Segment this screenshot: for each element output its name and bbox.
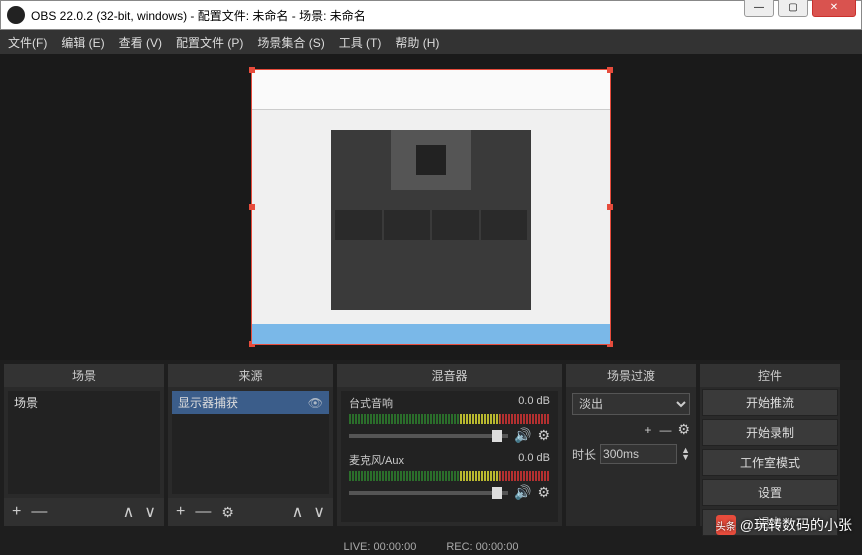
source-properties-button[interactable]: ⚙ bbox=[219, 504, 236, 521]
scenes-list[interactable]: 场景 bbox=[8, 391, 160, 494]
settings-button[interactable]: 设置 bbox=[702, 479, 838, 506]
source-item-label: 显示器捕获 bbox=[178, 394, 238, 411]
sources-header: 来源 bbox=[168, 364, 333, 387]
vu-meter bbox=[349, 471, 550, 481]
speaker-icon[interactable]: 🔊 bbox=[514, 427, 531, 444]
resize-handle-icon[interactable] bbox=[249, 204, 255, 210]
channel-name: 麦克风/Aux bbox=[349, 452, 404, 468]
remove-transition-button[interactable]: — bbox=[657, 423, 673, 437]
scenes-header: 场景 bbox=[4, 364, 164, 387]
mixer-dock: 混音器 台式音响 0.0 dB 🔊 ⚙ 麦克风/Aux 0.0 dB bbox=[337, 364, 562, 526]
preview-area[interactable] bbox=[0, 54, 862, 360]
move-up-button[interactable]: ∧ bbox=[290, 502, 306, 522]
window-titlebar: OBS 22.0.2 (32-bit, windows) - 配置文件: 未命名… bbox=[0, 0, 862, 30]
spinner-icon[interactable]: ▲▼ bbox=[681, 447, 690, 461]
transitions-body: 淡出 + — ⚙ 时长 ▲▼ bbox=[566, 387, 696, 476]
menu-view[interactable]: 查看 (V) bbox=[119, 34, 162, 51]
preview-content bbox=[252, 70, 610, 110]
move-down-button[interactable]: ∨ bbox=[142, 502, 158, 522]
channel-name: 台式音响 bbox=[349, 395, 393, 411]
sources-toolbar: + — ⚙ ∧ ∨ bbox=[168, 498, 333, 526]
controls-header: 控件 bbox=[700, 364, 840, 387]
source-item[interactable]: 显示器捕获 👁 bbox=[172, 391, 329, 414]
preview-content bbox=[331, 130, 531, 310]
mixer-channel: 麦克风/Aux 0.0 dB 🔊 ⚙ bbox=[341, 448, 558, 505]
scenes-toolbar: + — ∧ ∨ bbox=[4, 498, 164, 526]
add-transition-button[interactable]: + bbox=[642, 423, 653, 437]
channel-settings-button[interactable]: ⚙ bbox=[537, 484, 550, 501]
obs-logo-icon bbox=[7, 6, 25, 24]
resize-handle-icon[interactable] bbox=[249, 67, 255, 73]
sources-list[interactable]: 显示器捕获 👁 bbox=[172, 391, 329, 494]
start-recording-button[interactable]: 开始录制 bbox=[702, 419, 838, 446]
channel-db: 0.0 dB bbox=[518, 395, 550, 411]
channel-settings-button[interactable]: ⚙ bbox=[537, 427, 550, 444]
scene-item[interactable]: 场景 bbox=[8, 391, 160, 414]
visibility-icon[interactable]: 👁 bbox=[308, 396, 323, 410]
live-time: LIVE: 00:00:00 bbox=[344, 541, 417, 553]
menu-profile[interactable]: 配置文件 (P) bbox=[176, 34, 243, 51]
preview-content bbox=[252, 324, 610, 344]
mixer-channel: 台式音响 0.0 dB 🔊 ⚙ bbox=[341, 391, 558, 448]
sources-dock: 来源 显示器捕获 👁 + — ⚙ ∧ ∨ bbox=[168, 364, 333, 526]
add-scene-button[interactable]: + bbox=[10, 503, 23, 521]
move-up-button[interactable]: ∧ bbox=[121, 502, 137, 522]
volume-slider[interactable] bbox=[349, 491, 508, 495]
menu-tools[interactable]: 工具 (T) bbox=[339, 34, 382, 51]
rec-time: REC: 00:00:00 bbox=[446, 541, 518, 553]
watermark-logo-icon: 头条 bbox=[716, 515, 736, 535]
menu-bar: 文件(F) 编辑 (E) 查看 (V) 配置文件 (P) 场景集合 (S) 工具… bbox=[0, 30, 862, 54]
scenes-dock: 场景 场景 + — ∧ ∨ bbox=[4, 364, 164, 526]
mixer-body: 台式音响 0.0 dB 🔊 ⚙ 麦克风/Aux 0.0 dB bbox=[341, 391, 558, 522]
vu-meter bbox=[349, 414, 550, 424]
mixer-header: 混音器 bbox=[337, 364, 562, 387]
speaker-icon[interactable]: 🔊 bbox=[514, 484, 531, 501]
close-button[interactable]: ✕ bbox=[812, 0, 856, 17]
resize-handle-icon[interactable] bbox=[607, 204, 613, 210]
status-bar: LIVE: 00:00:00 REC: 00:00:00 bbox=[0, 541, 862, 553]
menu-file[interactable]: 文件(F) bbox=[8, 34, 47, 51]
duration-input[interactable] bbox=[600, 444, 677, 464]
menu-scene-collection[interactable]: 场景集合 (S) bbox=[257, 34, 324, 51]
duration-label: 时长 bbox=[572, 446, 596, 463]
add-source-button[interactable]: + bbox=[174, 503, 187, 521]
menu-help[interactable]: 帮助 (H) bbox=[395, 34, 439, 51]
menu-edit[interactable]: 编辑 (E) bbox=[61, 34, 104, 51]
preview-source-bounds[interactable] bbox=[251, 69, 611, 345]
transition-properties-button[interactable]: ⚙ bbox=[677, 421, 690, 438]
remove-scene-button[interactable]: — bbox=[29, 503, 49, 521]
controls-dock: 控件 开始推流 开始录制 工作室模式 设置 退出 bbox=[700, 364, 840, 526]
start-streaming-button[interactable]: 开始推流 bbox=[702, 389, 838, 416]
window-title: OBS 22.0.2 (32-bit, windows) - 配置文件: 未命名… bbox=[31, 7, 855, 24]
minimize-button[interactable]: — bbox=[744, 0, 774, 17]
remove-source-button[interactable]: — bbox=[193, 503, 213, 521]
studio-mode-button[interactable]: 工作室模式 bbox=[702, 449, 838, 476]
move-down-button[interactable]: ∨ bbox=[311, 502, 327, 522]
watermark-text: @玩转数码的小张 bbox=[740, 515, 852, 535]
resize-handle-icon[interactable] bbox=[607, 67, 613, 73]
transition-select[interactable]: 淡出 bbox=[572, 393, 690, 415]
maximize-button[interactable]: ▢ bbox=[778, 0, 808, 17]
channel-db: 0.0 dB bbox=[518, 452, 550, 468]
watermark: 头条 @玩转数码的小张 bbox=[716, 515, 852, 535]
transitions-dock: 场景过渡 淡出 + — ⚙ 时长 ▲▼ bbox=[566, 364, 696, 526]
transitions-header: 场景过渡 bbox=[566, 364, 696, 387]
volume-slider[interactable] bbox=[349, 434, 508, 438]
